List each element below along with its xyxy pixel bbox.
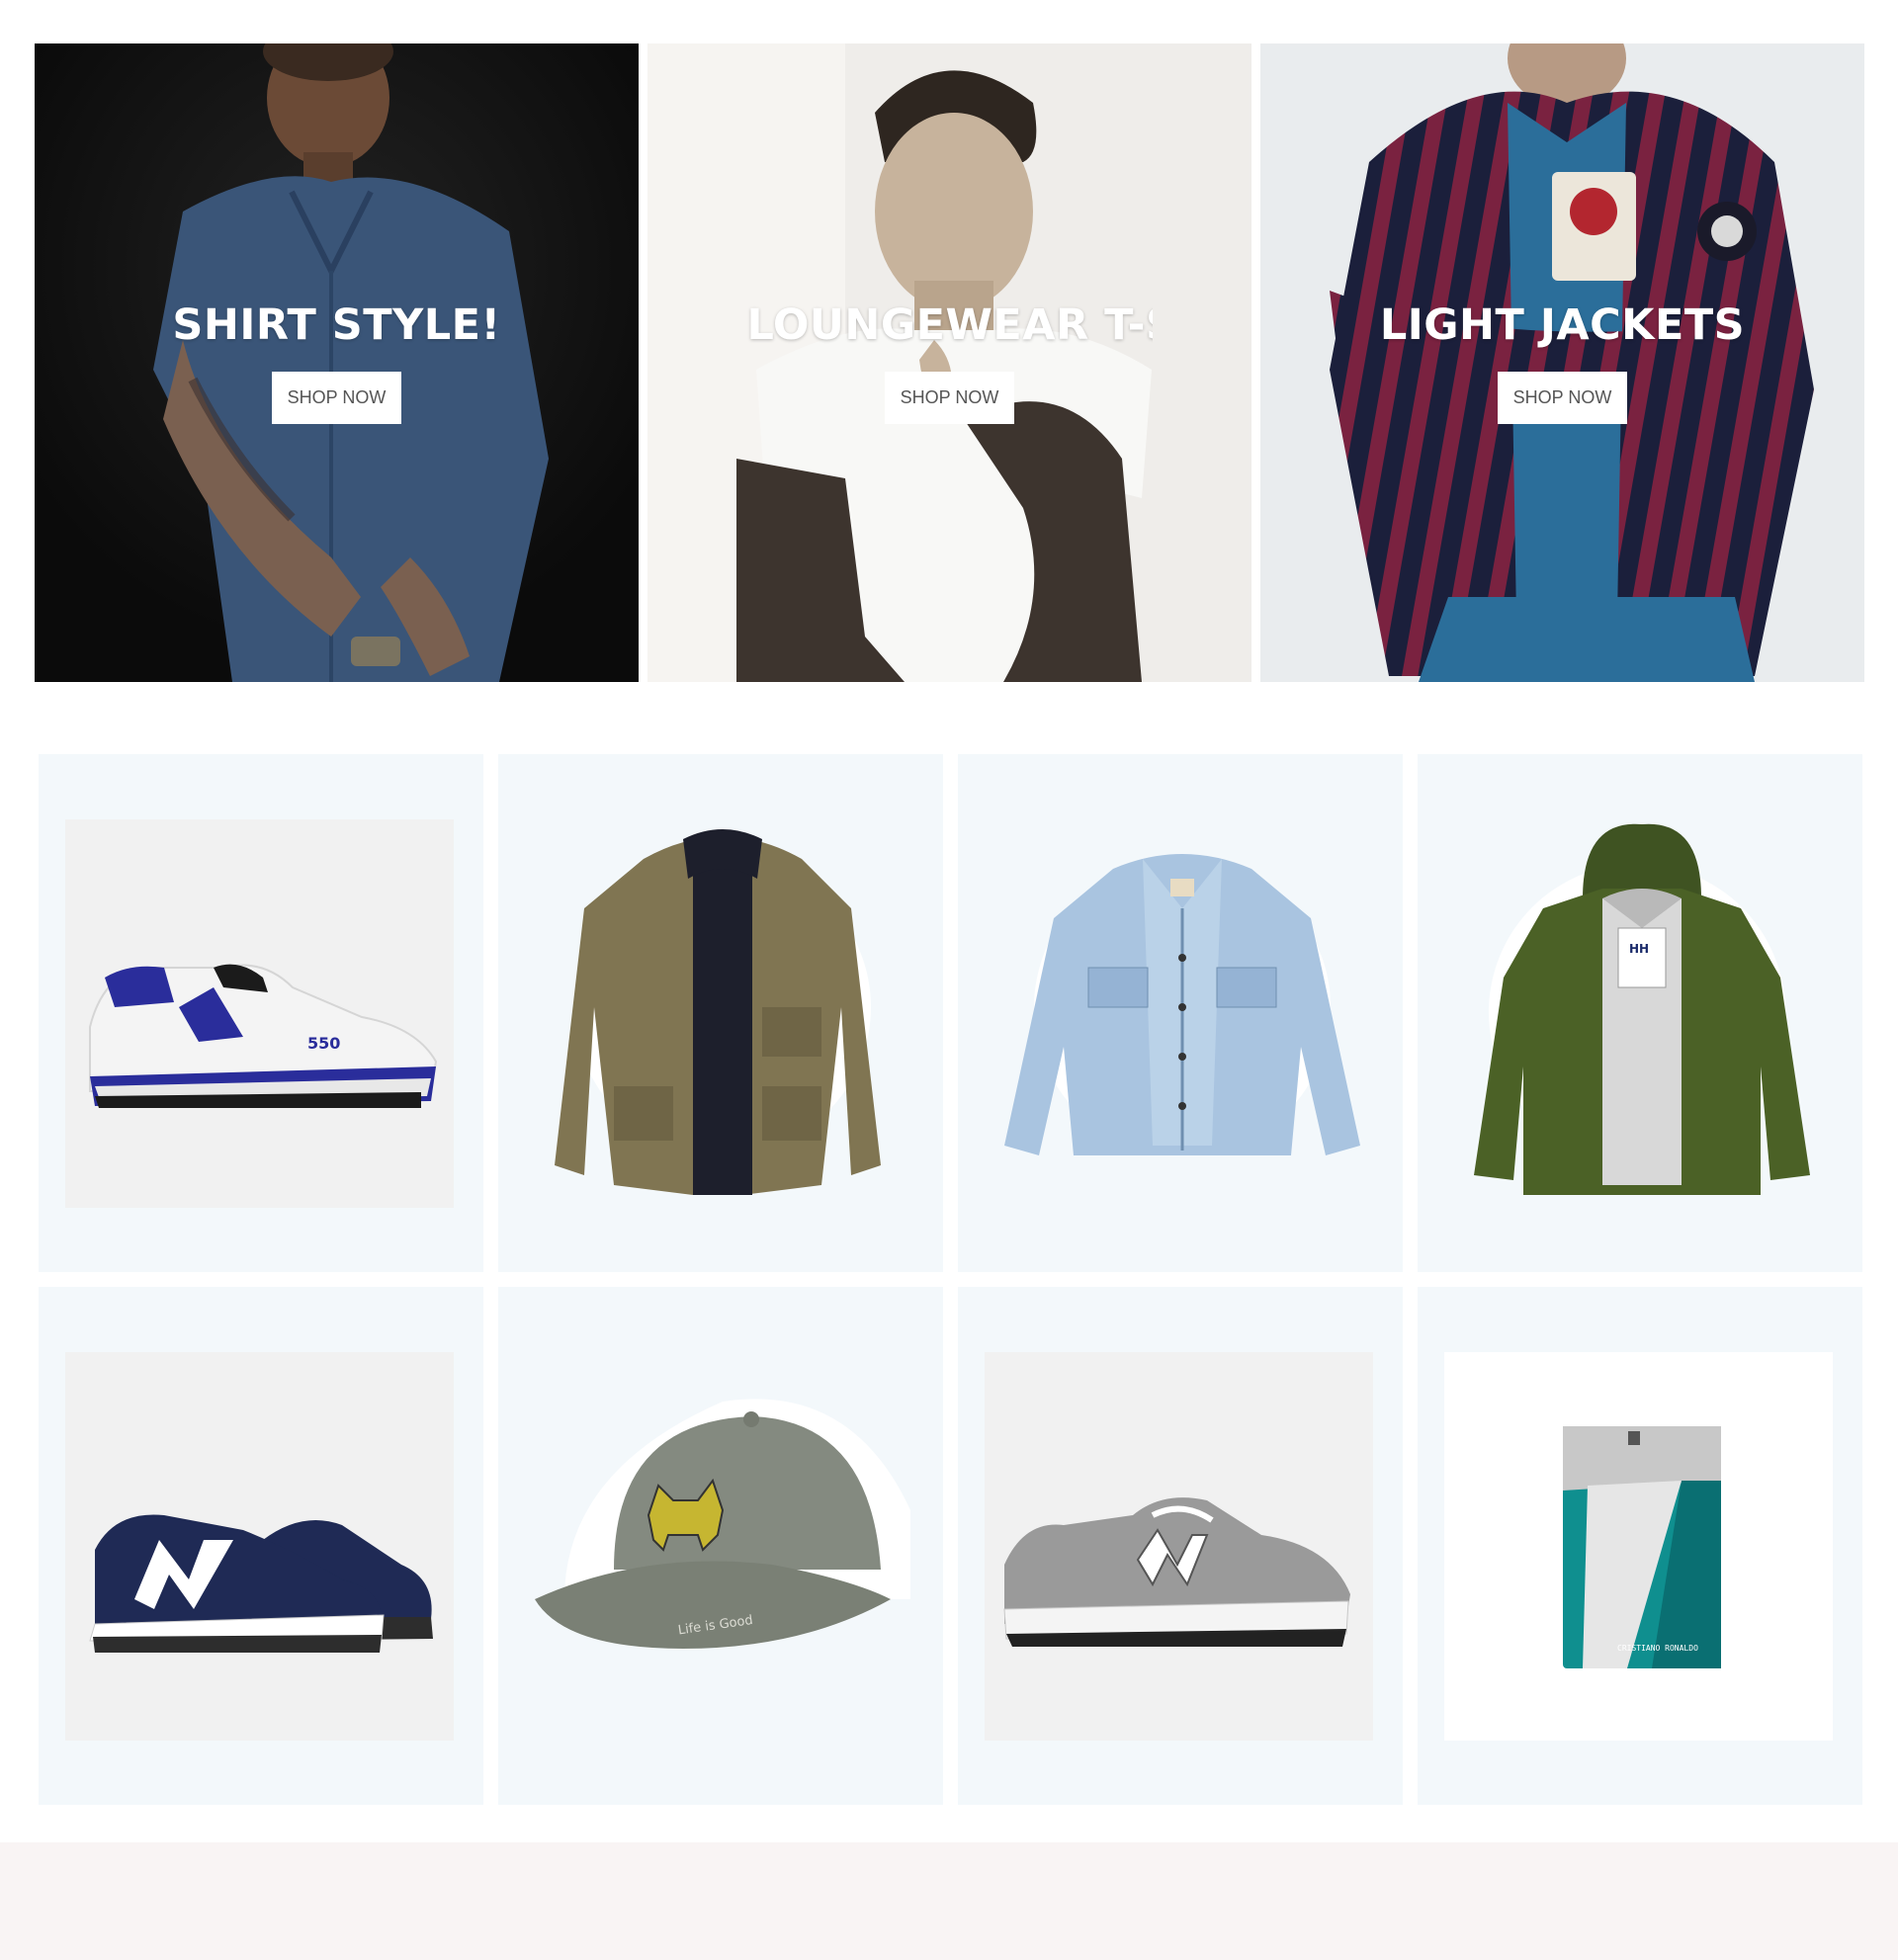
product-image xyxy=(985,819,1373,1208)
banner-light-jackets[interactable]: LIGHT JACKETS SHOP NOW xyxy=(1260,43,1864,682)
product-card[interactable] xyxy=(958,1287,1403,1805)
product-card[interactable] xyxy=(39,1287,483,1805)
banner-shirt-style[interactable]: SHIRT STYLE! SHOP NOW xyxy=(35,43,639,682)
banner-title: LIGHT JACKETS xyxy=(1379,300,1746,350)
product-grid: 550 HH Life is Good CRISTIANO RONALDO xyxy=(39,754,1862,1805)
olive-parka-jacket-icon xyxy=(555,829,881,1195)
green-hooded-jacket-icon: HH xyxy=(1474,823,1810,1195)
product-card[interactable]: 550 xyxy=(39,754,483,1272)
shop-now-button[interactable]: SHOP NOW xyxy=(272,372,401,424)
banner-caption: LIGHT JACKETS SHOP NOW xyxy=(1260,293,1864,424)
product-card[interactable] xyxy=(958,754,1403,1272)
svg-text:550: 550 xyxy=(307,1034,340,1053)
product-card[interactable] xyxy=(498,754,943,1272)
banner-title: LOUNGEWEAR T-S xyxy=(746,300,1153,350)
banner-loungewear[interactable]: LOUNGEWEAR T-S SHOP NOW xyxy=(647,43,1251,682)
footer-band xyxy=(0,1842,1898,1960)
grey-cap-icon: Life is Good xyxy=(535,1399,910,1649)
shop-now-button[interactable]: SHOP NOW xyxy=(885,372,1014,424)
product-image xyxy=(985,1352,1373,1741)
product-image xyxy=(65,1352,454,1741)
promo-banners: SHIRT STYLE! SHOP NOW LOUNGEWEAR T-S SHO… xyxy=(35,43,1864,682)
product-card[interactable]: CRISTIANO RONALDO xyxy=(1418,1287,1862,1805)
product-card[interactable]: HH xyxy=(1418,754,1862,1272)
perfume-bottle-icon: CRISTIANO RONALDO xyxy=(1444,1352,1833,1741)
denim-jacket-icon xyxy=(1004,854,1360,1155)
product-image: 550 xyxy=(65,819,454,1208)
product-image xyxy=(525,819,913,1208)
svg-text:HH: HH xyxy=(1629,942,1649,956)
product-image: HH xyxy=(1444,819,1833,1208)
svg-text:CRISTIANO RONALDO: CRISTIANO RONALDO xyxy=(1617,1644,1698,1653)
banner-title: SHIRT STYLE! xyxy=(172,300,501,350)
banner-caption: SHIRT STYLE! SHOP NOW xyxy=(35,293,639,424)
navy-sneakers-icon xyxy=(65,1352,454,1741)
product-card[interactable]: Life is Good xyxy=(498,1287,943,1805)
grey-sneaker-icon xyxy=(985,1352,1373,1741)
product-image: CRISTIANO RONALDO xyxy=(1444,1352,1833,1741)
banner-caption: LOUNGEWEAR T-S SHOP NOW xyxy=(647,293,1251,424)
product-image: Life is Good xyxy=(525,1352,913,1741)
white-blue-sneaker-icon: 550 xyxy=(65,819,454,1208)
shop-now-button[interactable]: SHOP NOW xyxy=(1498,372,1627,424)
